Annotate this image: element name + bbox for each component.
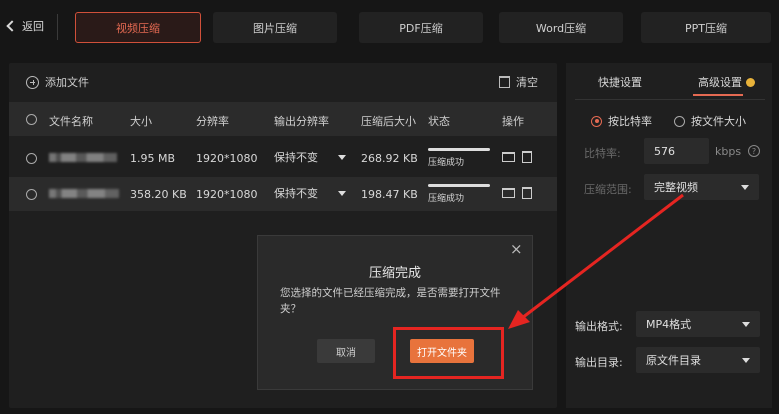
arrow-shaft [521, 193, 684, 320]
annotation-arrow [508, 193, 684, 329]
